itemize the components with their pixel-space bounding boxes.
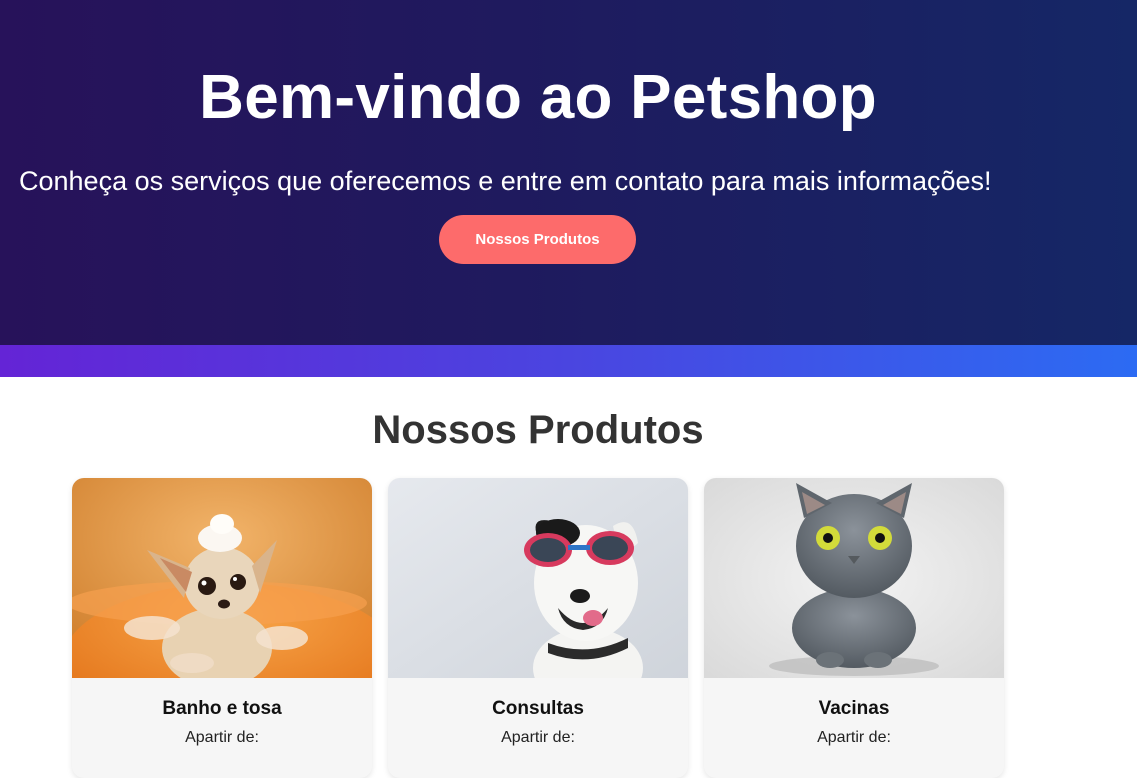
product-price-label: Apartir de:: [185, 729, 259, 746]
product-price-label: Apartir de:: [817, 729, 891, 746]
product-image-chihuahua-bath: [72, 478, 372, 678]
hero-title: Bem-vindo ao Petshop: [199, 63, 877, 132]
hero-divider: [0, 345, 1137, 377]
hero-subtitle: Conheça os serviços que oferecemos e ent…: [19, 166, 992, 196]
products-title: Nossos Produtos: [372, 408, 704, 452]
products-grid: Banho e tosa Apartir de: Consultas Apart…: [72, 478, 1004, 778]
product-image-dog-sunglasses: [388, 478, 688, 678]
hero-section: Bem-vindo ao Petshop Conheça os serviços…: [0, 0, 1137, 345]
products-button[interactable]: Nossos Produtos: [439, 215, 636, 264]
product-name: Banho e tosa: [162, 698, 282, 719]
product-image-gray-cat: [704, 478, 1004, 678]
product-card[interactable]: Banho e tosa Apartir de:: [72, 478, 372, 778]
product-name: Vacinas: [818, 698, 890, 719]
product-card[interactable]: Vacinas Apartir de:: [704, 478, 1004, 778]
product-price-label: Apartir de:: [501, 729, 575, 746]
product-card[interactable]: Consultas Apartir de:: [388, 478, 688, 778]
product-name: Consultas: [492, 698, 584, 719]
